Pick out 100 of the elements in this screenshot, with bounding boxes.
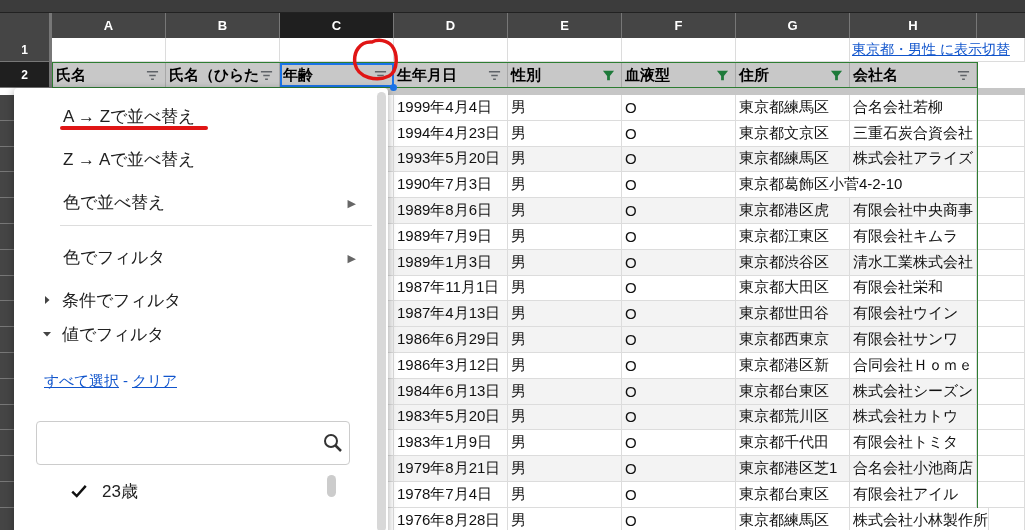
table-cell: 清水工業株式会社 — [850, 249, 977, 276]
table-cell: 1986年6月29日 — [394, 327, 508, 353]
separator: - — [123, 372, 128, 391]
filter-icon[interactable] — [260, 68, 273, 82]
table-cell: 合同会社Ｈｏｍｅ — [850, 352, 977, 379]
section-label: 値でフィルタ — [62, 323, 164, 346]
table-cell: 男 — [508, 95, 622, 121]
table-cell: 有限会社トミタ — [850, 430, 977, 457]
menu-item[interactable]: A → Zで並べ替え — [14, 102, 388, 145]
table-cell: 東京都台東区 — [736, 481, 850, 508]
table-cell: O — [622, 507, 736, 530]
funnel-icon[interactable] — [830, 68, 843, 82]
table-cell: 男 — [508, 456, 622, 482]
table-cell: 有限会社キムラ — [850, 224, 977, 250]
table-cell: 有限会社栄和 — [850, 275, 977, 302]
table-cell: O — [622, 198, 736, 224]
table-cell: O — [622, 352, 736, 379]
table-cell: 1986年3月12日 — [394, 352, 508, 379]
table-cell: O — [622, 275, 736, 302]
table-cell: O — [622, 404, 736, 431]
column-header[interactable]: C — [280, 13, 394, 38]
table-cell: O — [622, 430, 736, 457]
table-cell: 1979年8月21日 — [394, 456, 508, 482]
table-cell: 東京都千代田 — [736, 430, 850, 457]
table-cell: 男 — [508, 481, 622, 508]
search-field[interactable] — [36, 421, 350, 465]
row-number[interactable]: 1 — [0, 38, 52, 62]
table-cell: 有限会社アイル — [850, 481, 977, 508]
table-cell: O — [622, 249, 736, 276]
table-cell: 1983年1月9日 — [394, 430, 508, 457]
table-cell: 1987年11月1日 — [394, 275, 508, 302]
table-cell: 東京都江東区 — [736, 224, 850, 250]
table-cell: O — [622, 378, 736, 405]
table-cell: 1993年5月20日 — [394, 146, 508, 173]
table-cell: 東京都荒川区 — [736, 404, 850, 431]
table-cell: 1990年7月3日 — [394, 172, 508, 199]
table-cell: 有限会社ウイン — [850, 301, 977, 328]
search-icon — [323, 433, 343, 453]
table-cell: 東京都世田谷 — [736, 301, 850, 328]
section-label: 条件でフィルタ — [62, 289, 181, 312]
table-cell: 男 — [508, 378, 622, 405]
table-cell: 合名会社小池商店 — [850, 456, 977, 482]
caret-icon — [42, 295, 52, 305]
column-title: 年齢 — [283, 65, 313, 85]
table-cell: 株式会社シーズン — [850, 378, 977, 405]
table-cell: 株式会社小林製作所 — [850, 507, 989, 530]
column-title: 生年月日 — [397, 65, 457, 85]
menu-item[interactable]: 色で並べ替え — [14, 188, 348, 218]
table-cell: O — [622, 327, 736, 353]
table-cell: O — [622, 172, 736, 199]
table-cell: 東京都港区新 — [736, 352, 850, 379]
table-cell: 男 — [508, 404, 622, 431]
table-cell: O — [622, 456, 736, 482]
scrollbar-thumb[interactable] — [327, 475, 336, 497]
table-cell: 東京都港区芝1 — [736, 456, 850, 482]
filter-icon[interactable] — [957, 68, 970, 82]
table-cell: 1989年7月9日 — [394, 224, 508, 250]
table-cell: 東京都練馬区 — [736, 507, 850, 530]
funnel-icon[interactable] — [602, 68, 615, 82]
scrollbar[interactable] — [377, 92, 386, 530]
table-cell: 1978年7月4日 — [394, 481, 508, 508]
table-cell: 東京都練馬区 — [736, 146, 850, 173]
table-cell: O — [622, 301, 736, 328]
table-cell: O — [622, 224, 736, 250]
table-cell: 東京都港区虎 — [736, 198, 850, 224]
selection-handle[interactable] — [390, 84, 397, 91]
table-cell: 男 — [508, 327, 622, 353]
check-icon — [70, 482, 88, 500]
table-cell: 男 — [508, 275, 622, 302]
submenu-arrow: ▶ — [347, 251, 356, 266]
table-cell: 1983年5月20日 — [394, 404, 508, 431]
column-title: 会社名 — [853, 65, 898, 85]
menu-item[interactable]: Z → Aで並べ替え — [14, 145, 388, 188]
column-title: 血液型 — [625, 65, 670, 85]
column-title: 氏名 — [56, 65, 86, 85]
table-cell: O — [622, 120, 736, 147]
filter-icon[interactable] — [146, 68, 159, 82]
filter-icon[interactable] — [488, 68, 501, 82]
select-all-link[interactable]: すべて選択 — [44, 372, 119, 391]
table-cell: 東京都台東区 — [736, 378, 850, 405]
value-option[interactable]: 23歳 — [70, 476, 170, 506]
table-cell: 男 — [508, 172, 622, 199]
table-cell: 男 — [508, 146, 622, 173]
table-cell: O — [622, 95, 736, 121]
table-cell: 東京都大田区 — [736, 275, 850, 302]
table-cell: 株式会社カトウ — [850, 404, 977, 431]
table-cell: 有限会社サンワ — [850, 327, 977, 353]
table-cell: 合名会社若柳 — [850, 95, 977, 121]
funnel-icon[interactable] — [716, 68, 729, 82]
row-number[interactable]: 2 — [0, 62, 52, 88]
table-cell: 男 — [508, 430, 622, 457]
table-cell: 東京都西東京 — [736, 327, 850, 353]
table-cell: 1987年4月13日 — [394, 301, 508, 328]
menu-item[interactable]: 色でフィルタ — [14, 243, 348, 273]
table-cell: 男 — [508, 507, 622, 530]
clear-link[interactable]: クリア — [132, 372, 177, 391]
table-cell: 三重石炭合資会社 — [850, 120, 977, 147]
table-cell: 男 — [508, 198, 622, 224]
table-cell: 1989年1月3日 — [394, 249, 508, 276]
table-cell: O — [622, 146, 736, 173]
